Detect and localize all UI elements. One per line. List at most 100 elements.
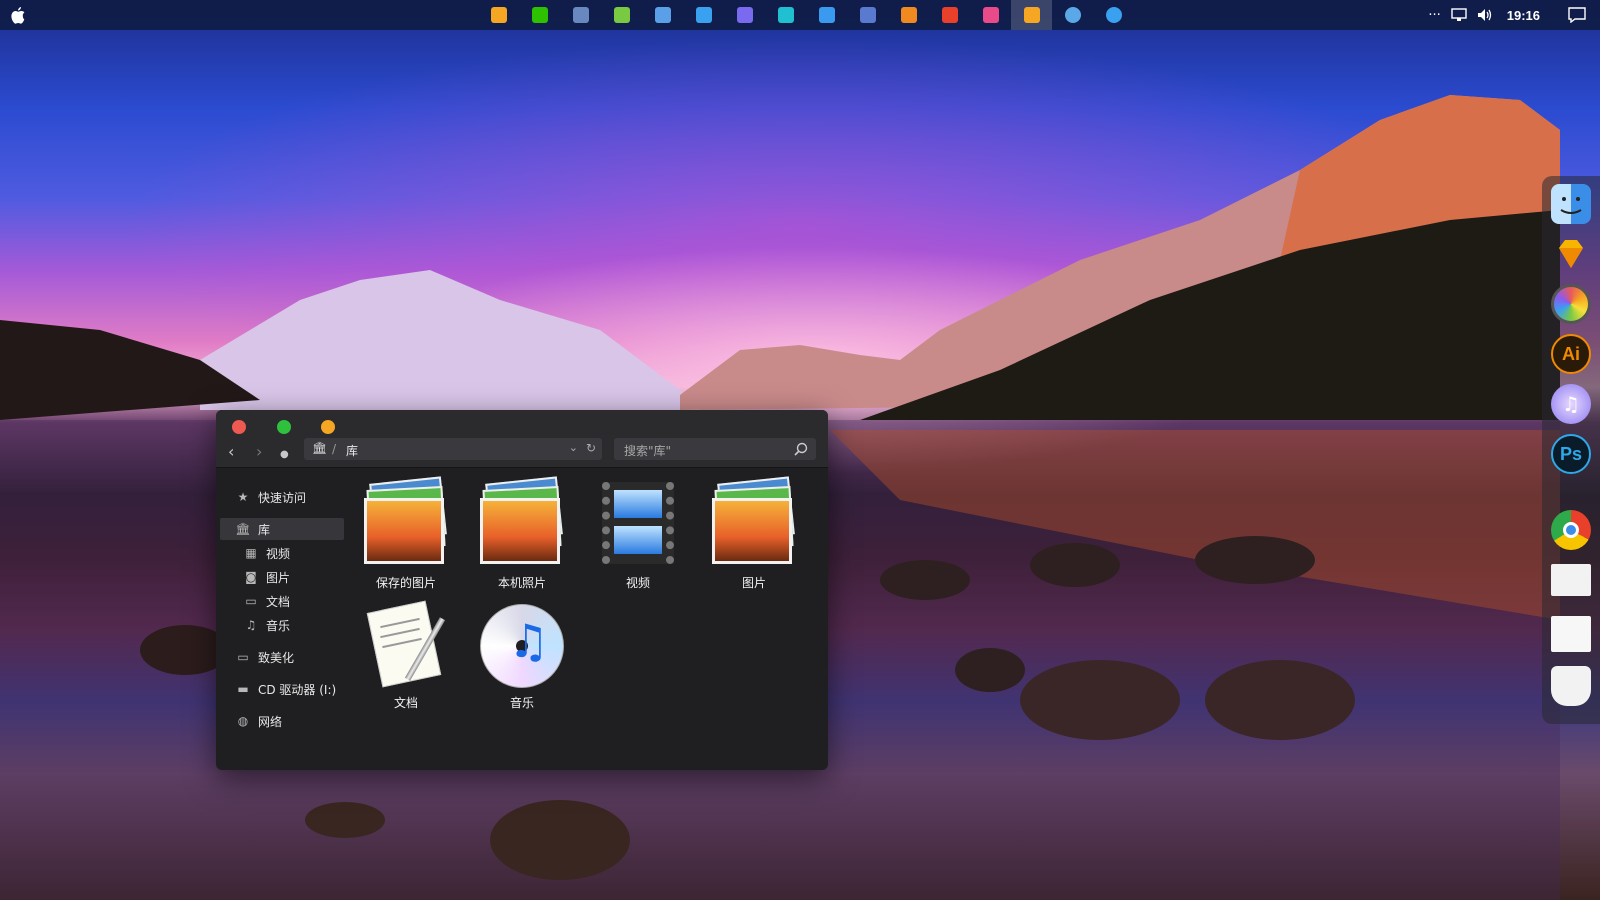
sidebar-item-library[interactable]: 🏛 库: [220, 518, 344, 540]
sidebar-item-music[interactable]: ♫ 音乐: [244, 614, 290, 636]
document-icon: ▭: [245, 594, 257, 608]
taskbar-app-meitu[interactable]: [970, 0, 1011, 30]
close-button[interactable]: [232, 420, 246, 434]
back-button[interactable]: ‹: [228, 444, 234, 460]
taskbar-app-file-explorer[interactable]: [1011, 0, 1052, 30]
dock-chrome[interactable]: [1551, 510, 1591, 550]
library-item-videos[interactable]: 视频: [588, 480, 688, 591]
volume-icon[interactable]: [1477, 8, 1493, 22]
taskbar-app-screen[interactable]: [765, 0, 806, 30]
sidebar-item-quick-access[interactable]: ★ 快速访问: [236, 486, 306, 508]
window-titlebar: ‹ › ● 🏛 / 库 ⌄ ↻ 搜索"库": [216, 410, 828, 468]
sidebar-item-cd-drive[interactable]: ▬ CD 驱动器 (I:): [236, 678, 336, 700]
palette-icon: [695, 7, 712, 23]
sidebar-item-network[interactable]: ◍ 网络: [236, 710, 282, 732]
dock-photoshop[interactable]: Ps: [1551, 434, 1591, 474]
path-location[interactable]: 库: [346, 442, 358, 459]
sidebar-item-documents[interactable]: ▭ 文档: [244, 590, 290, 612]
taskbar-app-qq[interactable]: [1052, 0, 1093, 30]
search-placeholder: 搜索"库": [624, 444, 672, 458]
wechat-icon: [531, 7, 548, 23]
computer-icon: ▭: [237, 650, 249, 664]
library-item-pictures[interactable]: 图片: [704, 476, 804, 591]
library-icon: 🏛: [312, 441, 328, 455]
sidebar-item-label: 文档: [266, 594, 291, 609]
sidebar-item-videos[interactable]: ▦ 视频: [244, 542, 290, 564]
file-explorer-window: ‹ › ● 🏛 / 库 ⌄ ↻ 搜索"库" ★ 快速访问 🏛 库 ▦ 视频 ◙: [216, 410, 828, 770]
address-bar[interactable]: 🏛 / 库 ⌄ ↻: [304, 438, 602, 460]
dock-cup[interactable]: [1551, 666, 1591, 706]
dock: Ai ♫ Ps: [1542, 176, 1600, 724]
multitask-icon: [900, 7, 917, 23]
dock-finder[interactable]: [1551, 184, 1591, 224]
notification-center-icon[interactable]: [1568, 7, 1586, 23]
taskbar-app-chat[interactable]: [1093, 0, 1134, 30]
taskbar-app-weibo[interactable]: [929, 0, 970, 30]
photo-stack-icon: [710, 476, 798, 570]
chat-bubble-icon: [1105, 7, 1122, 23]
illustrator-icon: Ai: [1562, 343, 1580, 364]
item-label: 文档: [393, 696, 418, 710]
drive-icon: ▬: [237, 682, 249, 696]
photoshop-icon: Ps: [1559, 443, 1583, 464]
sidebar-item-label: 图片: [266, 570, 291, 585]
library-item-documents[interactable]: 文档: [356, 600, 456, 711]
sidebar-item-pictures[interactable]: ◙ 图片: [244, 566, 290, 588]
system-tray: ··· 19:16: [1428, 0, 1586, 30]
taskbar-app-palette[interactable]: [683, 0, 724, 30]
photo-stack-icon: [478, 476, 566, 570]
taskbar-app-media-player[interactable]: [724, 0, 765, 30]
dock-color-wheel[interactable]: [1551, 284, 1591, 324]
item-label: 音乐: [509, 696, 534, 710]
taskbar-app-graph[interactable]: [601, 0, 642, 30]
taskbar-app-clipboard[interactable]: [806, 0, 847, 30]
library-content: 保存的图片 本机照片 视频 图片 文档 ♫ 音乐: [348, 468, 828, 770]
sidebar-item-label: 快速访问: [258, 490, 307, 505]
library-item-saved-pictures[interactable]: 保存的图片: [356, 476, 456, 591]
taskbar-app-multitask[interactable]: [888, 0, 929, 30]
sidebar-item-label: CD 驱动器 (I:): [258, 682, 337, 697]
sidebar-item-label: 网络: [258, 714, 283, 729]
taskbar-app-photos[interactable]: [642, 0, 683, 30]
maximize-button[interactable]: [277, 420, 291, 434]
dock-sketch[interactable]: [1551, 234, 1591, 274]
folder-icon: [1023, 7, 1040, 23]
recent-dot-icon[interactable]: ●: [280, 447, 289, 463]
overflow-icon[interactable]: ···: [1428, 8, 1440, 23]
sidebar-item-this-pc[interactable]: ▭ 致美化: [236, 646, 294, 668]
itunes-icon: ♫: [1562, 392, 1580, 416]
library-item-camera-roll[interactable]: 本机照片: [472, 476, 572, 591]
minimize-button[interactable]: [321, 420, 335, 434]
sidebar-item-label: 库: [258, 522, 271, 537]
terminal-icon: [859, 7, 876, 23]
search-input[interactable]: 搜索"库": [614, 438, 816, 460]
dock-document-preview[interactable]: [1551, 564, 1591, 596]
search-icon[interactable]: [794, 442, 808, 456]
music-note-icon: ♫: [245, 618, 257, 632]
taskbar-app-sticker[interactable]: [478, 0, 519, 30]
weibo-icon: [941, 7, 958, 23]
refresh-icon[interactable]: ↻: [586, 441, 596, 455]
dock-illustrator[interactable]: Ai: [1551, 334, 1591, 374]
apple-menu-icon[interactable]: [10, 6, 26, 24]
taskbar-apps: [478, 0, 1134, 30]
top-menu-bar: ··· 19:16: [0, 0, 1600, 30]
navigation-pane: ★ 快速访问 🏛 库 ▦ 视频 ◙ 图片 ▭ 文档 ♫ 音乐 ▭ 致美化 ▬ C…: [216, 468, 348, 770]
taskbar-app-wechat[interactable]: [519, 0, 560, 30]
taskbar-app-ps-file[interactable]: [560, 0, 601, 30]
media-player-icon: [736, 7, 753, 23]
network-icon[interactable]: [1451, 8, 1467, 22]
forward-button[interactable]: ›: [256, 444, 262, 460]
dock-itunes[interactable]: ♫: [1551, 384, 1591, 424]
item-label: 视频: [625, 576, 650, 590]
library-item-music[interactable]: ♫ 音乐: [472, 600, 572, 711]
clock[interactable]: 19:16: [1507, 8, 1540, 23]
dock-notes-preview[interactable]: [1551, 616, 1591, 652]
chevron-down-icon[interactable]: ⌄: [569, 441, 578, 454]
clipboard-icon: [818, 7, 835, 23]
graph-app-icon: [613, 7, 630, 23]
sidebar-item-label: 致美化: [258, 650, 295, 665]
taskbar-app-terminal[interactable]: [847, 0, 888, 30]
sidebar-item-label: 视频: [266, 546, 291, 561]
qq-icon: [1064, 7, 1081, 23]
